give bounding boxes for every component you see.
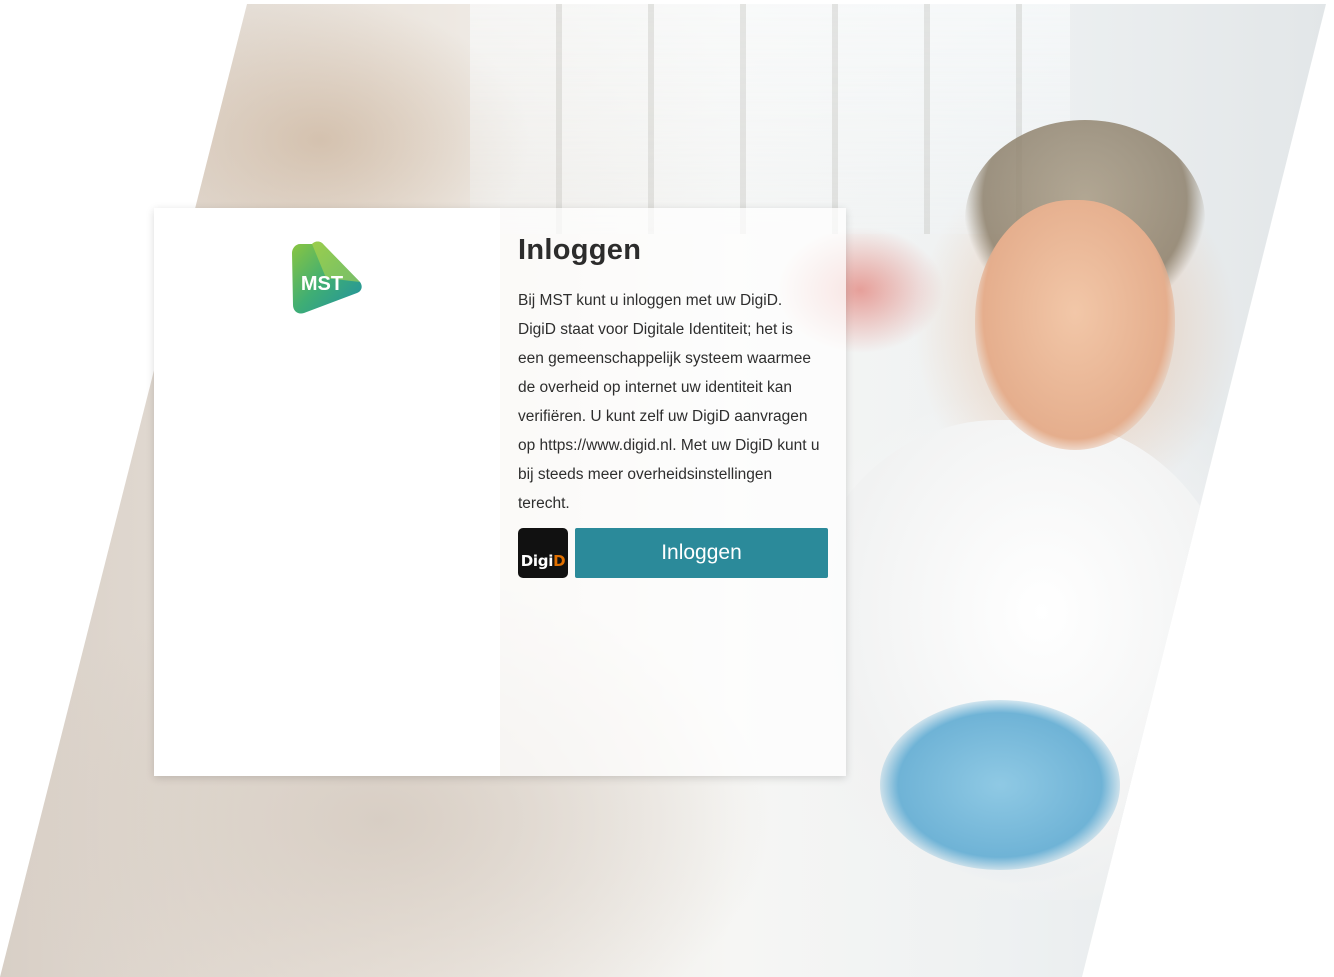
photo-glove [880,700,1120,870]
photo-nurse-face [975,200,1175,450]
card-login-panel: Inloggen Bij MST kunt u inloggen met uw … [500,208,846,776]
digid-logo-text-white: Digi [520,552,554,570]
page: MST Inloggen Bij MST kunt u inloggen met… [0,0,1334,977]
login-title: Inloggen [518,234,642,266]
digid-logo-icon: Digi D [518,528,568,578]
card-logo-panel: MST [154,208,500,776]
login-intro-text: Bij MST kunt u inloggen met uw DigiD. Di… [518,292,820,512]
digid-logo-text-orange: D [553,552,566,570]
login-button[interactable]: Inloggen [575,528,828,578]
login-card: MST Inloggen Bij MST kunt u inloggen met… [154,208,846,776]
login-action-row: Digi D Inloggen [518,528,828,578]
mst-logo: MST [292,241,362,314]
logo-text: MST [301,273,343,295]
